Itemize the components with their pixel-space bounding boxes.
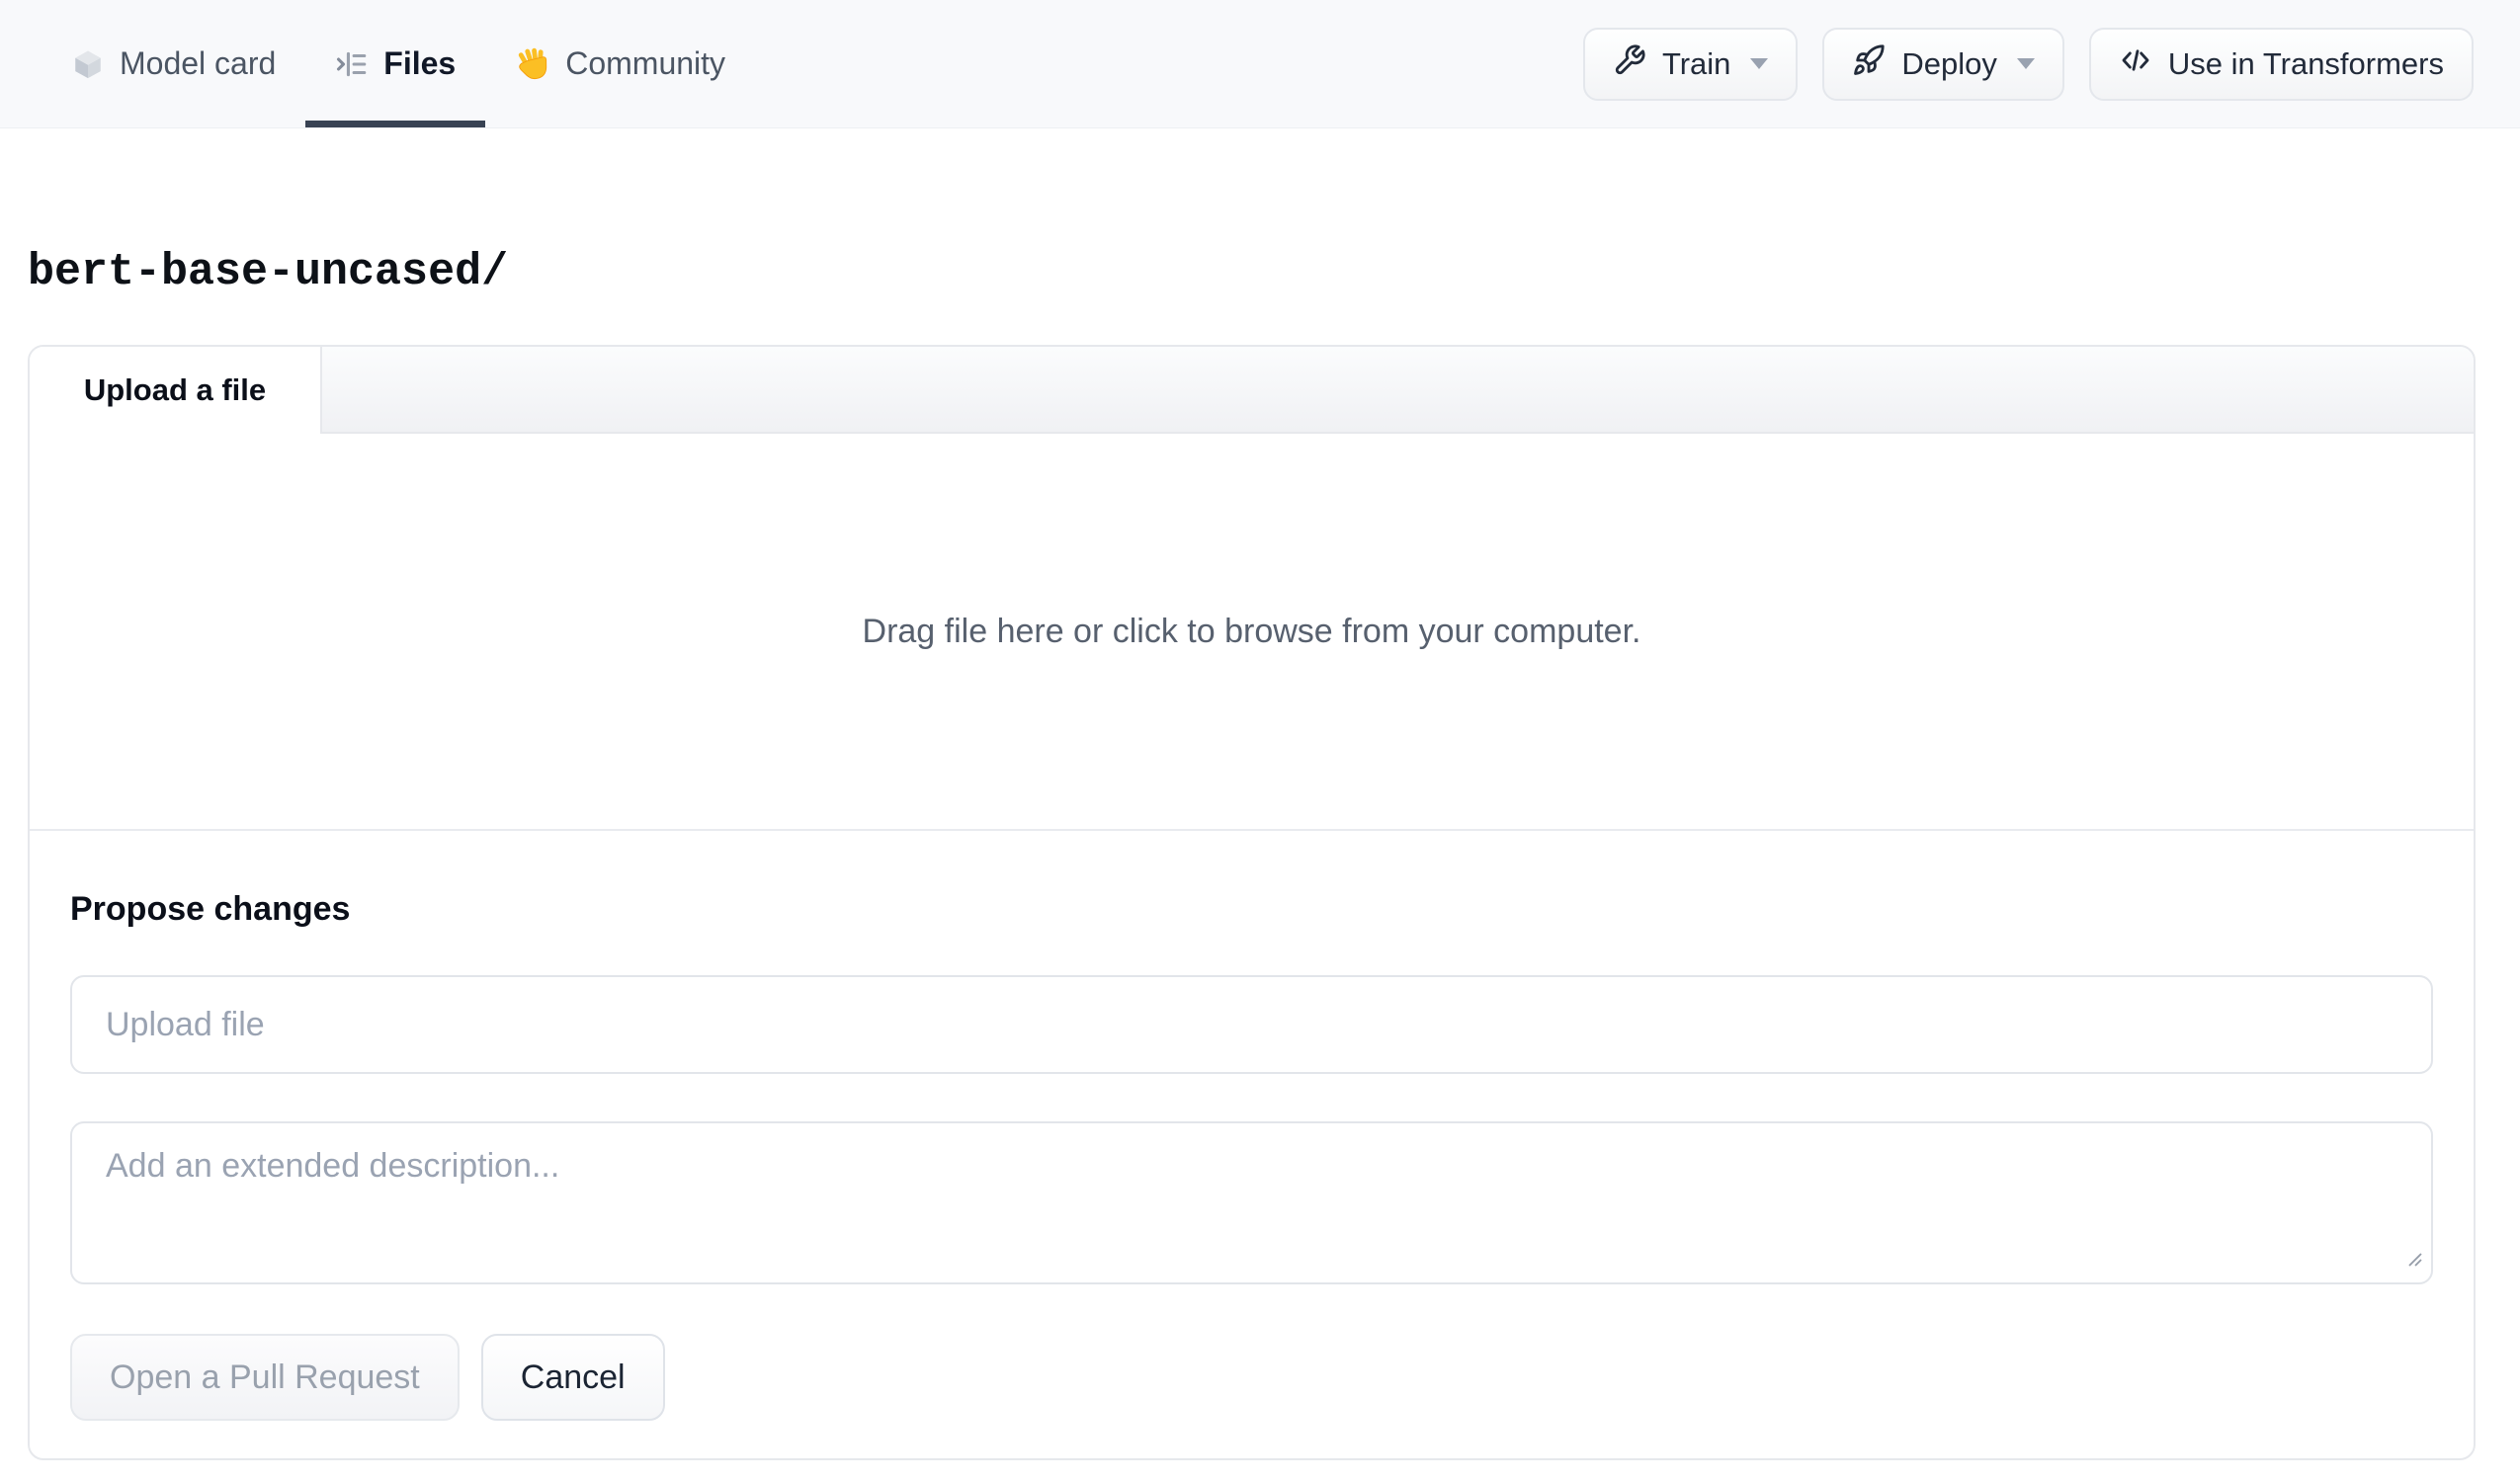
- tab-community[interactable]: Community: [485, 0, 755, 127]
- chevron-down-icon: [2016, 58, 2035, 69]
- cube-icon: [71, 47, 105, 81]
- upload-card-header: Upload a file: [30, 347, 2474, 434]
- tab-model-card-label: Model card: [120, 45, 277, 81]
- chevron-down-icon: [1750, 58, 1769, 69]
- repo-nav-bar: Model card Files Community Train Deploy …: [0, 0, 2520, 128]
- train-button[interactable]: Train: [1582, 27, 1799, 101]
- propose-changes-heading: Propose changes: [70, 890, 351, 928]
- upload-filename-input[interactable]: [70, 975, 2433, 1074]
- tab-files[interactable]: Files: [305, 0, 486, 127]
- description-field-wrapper: [70, 1121, 2433, 1284]
- tab-upload-a-file[interactable]: Upload a file: [30, 347, 322, 434]
- upload-file-card: Upload a file Drag file here or click to…: [28, 345, 2476, 1460]
- propose-changes-section: Propose changes Open a Pull Request Canc…: [30, 829, 2474, 1458]
- tab-model-card[interactable]: Model card: [42, 0, 305, 127]
- code-icon: [2119, 43, 2152, 85]
- tab-upload-a-file-label: Upload a file: [83, 372, 267, 407]
- tab-community-label: Community: [565, 45, 726, 81]
- use-in-transformers-button[interactable]: Use in Transformers: [2088, 27, 2474, 101]
- repo-path-title[interactable]: bert-base-uncased/: [28, 245, 2476, 299]
- repo-action-buttons: Train Deploy Use in Transformers: [1582, 0, 2474, 127]
- cancel-button[interactable]: Cancel: [480, 1334, 665, 1421]
- textarea-resize-handle-icon[interactable]: [2403, 1248, 2423, 1273]
- wave-icon: [515, 46, 550, 82]
- file-dropzone[interactable]: Drag file here or click to browse from y…: [30, 434, 2474, 829]
- dropzone-hint-text: Drag file here or click to browse from y…: [862, 612, 1641, 650]
- files-page-content: bert-base-uncased/ Upload a file Drag fi…: [0, 245, 2520, 1460]
- deploy-button-label: Deploy: [1901, 45, 1997, 81]
- extended-description-textarea[interactable]: [70, 1121, 2433, 1284]
- deploy-button[interactable]: Deploy: [1822, 27, 2064, 101]
- rocket-icon: [1852, 43, 1886, 85]
- wrench-icon: [1613, 43, 1646, 85]
- files-icon: [335, 47, 369, 81]
- use-in-transformers-label: Use in Transformers: [2167, 45, 2444, 81]
- repo-tabs: Model card Files Community: [42, 0, 755, 127]
- tab-files-label: Files: [383, 45, 457, 81]
- open-pull-request-button[interactable]: Open a Pull Request: [70, 1334, 460, 1421]
- train-button-label: Train: [1661, 45, 1731, 81]
- propose-actions-row: Open a Pull Request Cancel: [70, 1334, 2433, 1421]
